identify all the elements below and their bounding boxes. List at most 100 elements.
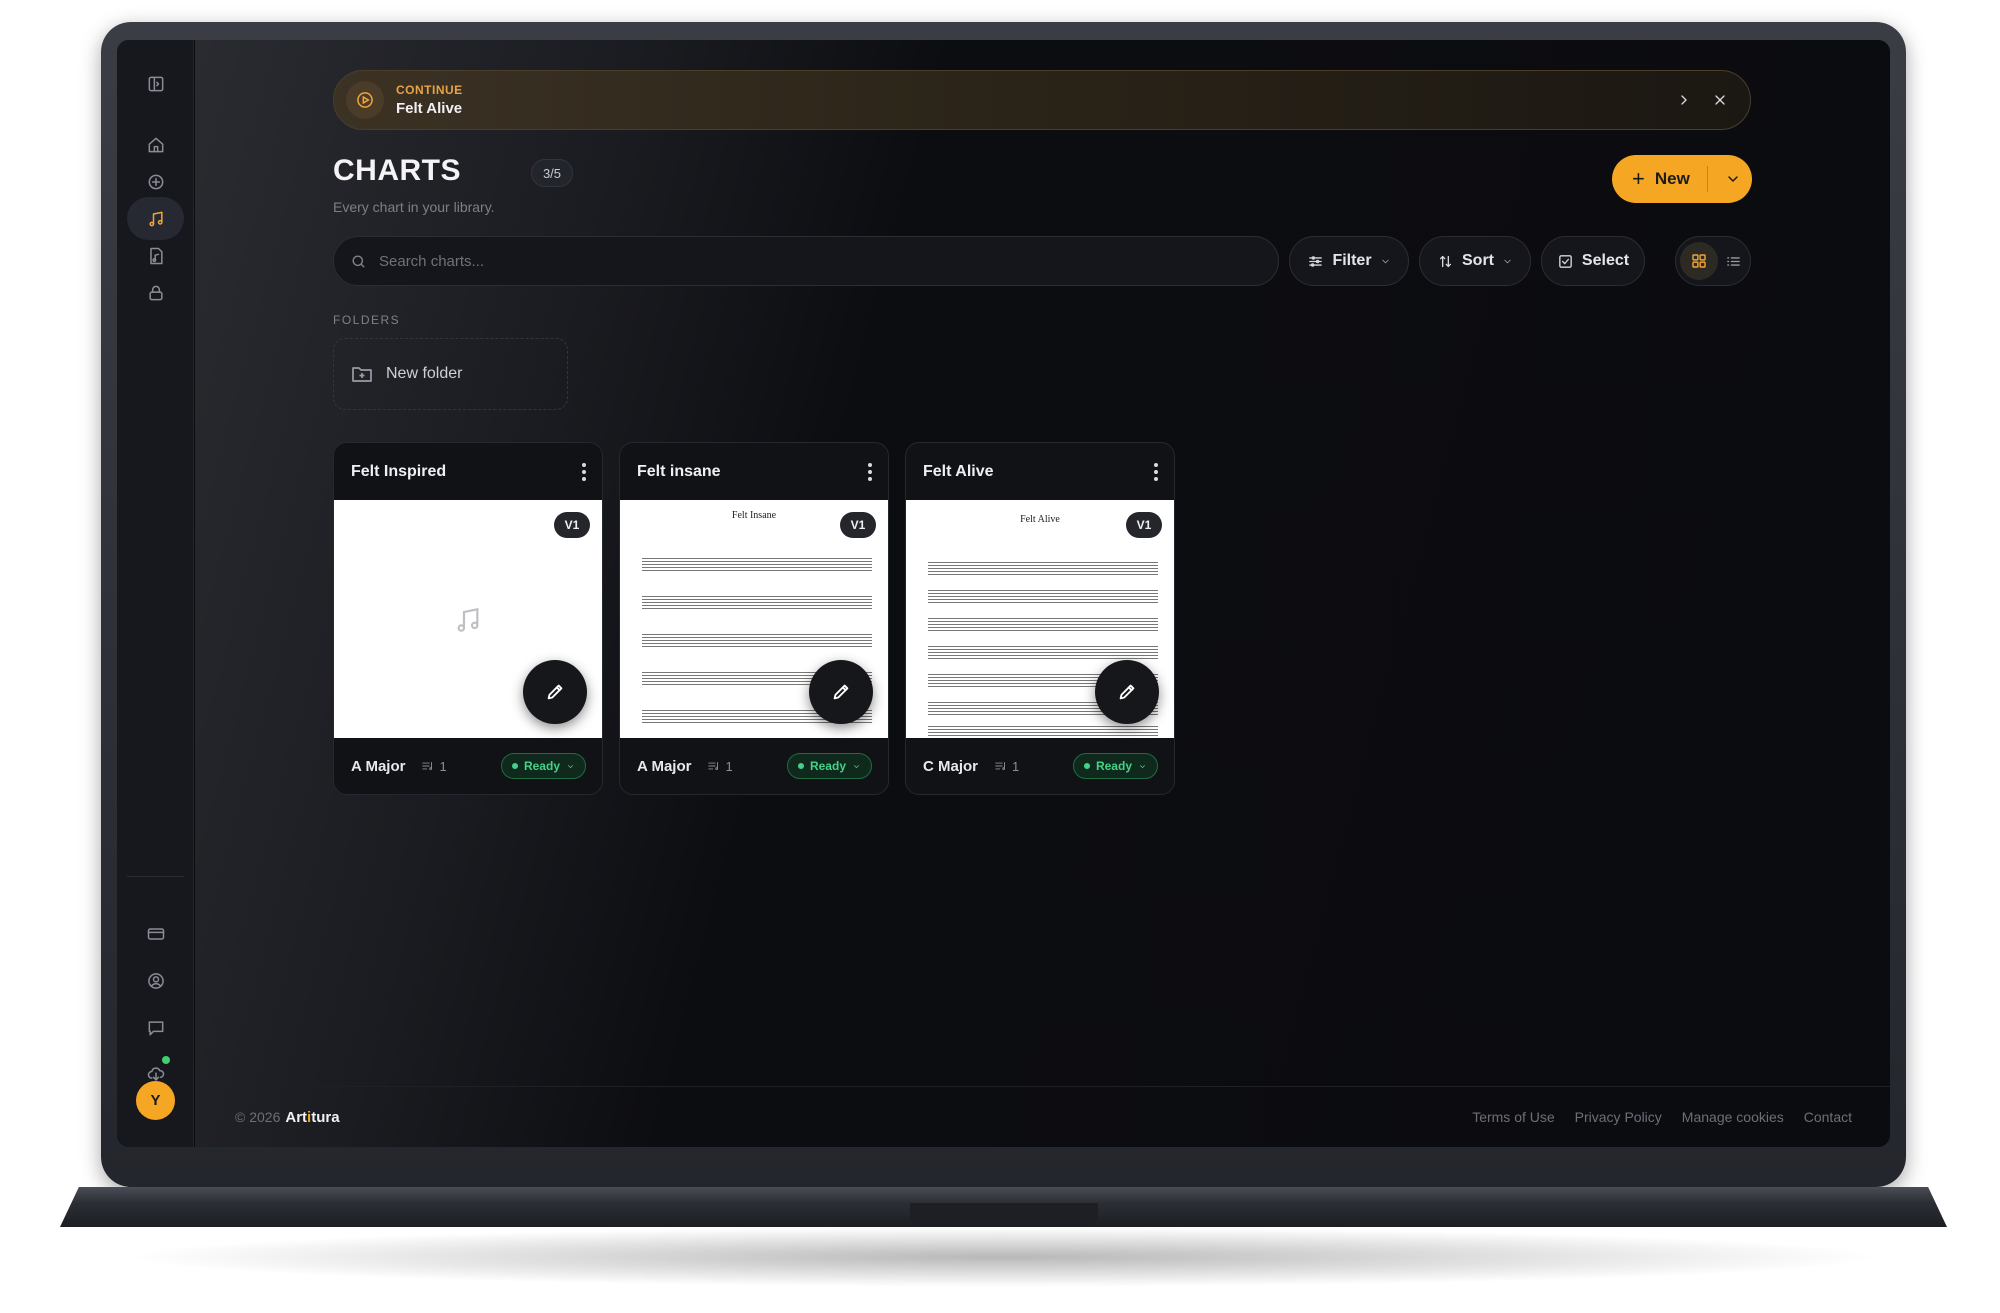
version-badge: V1 (1126, 512, 1162, 538)
filter-label: Filter (1332, 252, 1372, 269)
list-icon (1726, 256, 1740, 266)
view-toggle (1675, 236, 1751, 286)
pencil-icon (1119, 684, 1135, 700)
version-badge: V1 (840, 512, 876, 538)
sort-label: Sort (1462, 252, 1494, 269)
edit-chart-button[interactable] (1095, 660, 1159, 724)
chevron-down-icon (1504, 259, 1511, 263)
search-icon (352, 254, 365, 268)
parts-count: 1 (707, 759, 733, 774)
avatar[interactable]: Y (136, 1081, 175, 1120)
continue-banner[interactable]: CONTINUE Felt Alive (333, 70, 1751, 130)
select-label: Select (1581, 252, 1630, 269)
brand-logo[interactable]: Artitura (285, 1109, 339, 1126)
parts-count-value: 1 (439, 758, 447, 774)
chart-card[interactable]: Felt insane Felt Insane V1 A Major 1 Rea… (619, 442, 889, 795)
status-label: Ready (523, 759, 560, 773)
chevron-down-icon (1381, 259, 1389, 263)
staff-line (928, 562, 1158, 575)
more-options-icon[interactable] (868, 462, 872, 481)
chart-preview[interactable]: Felt Alive V1 (906, 500, 1174, 738)
staff-line (642, 558, 872, 571)
parts-icon (422, 762, 433, 770)
play-button[interactable] (346, 81, 384, 119)
new-button-label: New (1654, 169, 1690, 188)
page-title: CHARTS (333, 154, 461, 187)
user-circle-icon (147, 972, 164, 989)
laptop-shadow (120, 1227, 1887, 1287)
grid-view-button[interactable] (1680, 242, 1718, 280)
chevron-down-icon (567, 764, 574, 768)
checkbox-icon (1559, 254, 1572, 268)
folder-plus-icon (352, 367, 372, 382)
parts-count-value: 1 (1012, 758, 1020, 774)
staff-line (928, 590, 1158, 603)
sync-status-dot (162, 1056, 170, 1064)
sidebar-item-account[interactable] (127, 959, 184, 1002)
sort-button[interactable]: Sort (1419, 236, 1531, 286)
footer-link-privacy[interactable]: Privacy Policy (1575, 1109, 1662, 1125)
edit-chart-button[interactable] (523, 660, 587, 724)
new-dropdown-button[interactable] (1713, 155, 1752, 203)
filter-button[interactable]: Filter (1289, 236, 1409, 286)
edit-chart-button[interactable] (809, 660, 873, 724)
search-input[interactable] (379, 252, 1239, 270)
status-badge[interactable]: Ready (500, 753, 586, 779)
main-content: CONTINUE Felt Alive CHARTS 3/5 Every cha… (195, 40, 1890, 1147)
sidebar-toggle-button[interactable] (127, 62, 184, 105)
brand-name-end: tura (311, 1108, 340, 1126)
chart-key: A Major (637, 757, 692, 775)
footer-link-terms[interactable]: Terms of Use (1472, 1109, 1554, 1125)
list-view-button[interactable] (1718, 242, 1748, 280)
status-badge[interactable]: Ready (1072, 753, 1158, 779)
parts-count: 1 (421, 758, 447, 774)
music-file-icon (149, 247, 163, 264)
staff-line (928, 618, 1158, 631)
chart-preview[interactable]: V1 (334, 500, 602, 738)
new-folder-label: New folder (386, 365, 463, 382)
continue-title: Felt Alive (396, 100, 463, 117)
sort-arrows-icon (1439, 255, 1452, 267)
staff-line (642, 634, 872, 647)
play-circle-icon (357, 92, 373, 108)
chevron-down-icon (1139, 764, 1146, 768)
footer: © 2026 Artitura Terms of Use Privacy Pol… (195, 1086, 1890, 1147)
parts-icon (708, 762, 719, 770)
footer-link-cookies[interactable]: Manage cookies (1682, 1109, 1784, 1125)
plus-circle-icon (148, 174, 163, 189)
chart-card[interactable]: Felt Alive Felt Alive V1 C Major 1 Ready (905, 442, 1175, 795)
chart-title: Felt insane (637, 462, 721, 480)
sidebar-item-billing[interactable] (127, 912, 184, 955)
staff-line (642, 596, 872, 609)
chart-card[interactable]: Felt Inspired V1 A Major 1 Ready (333, 442, 603, 795)
sidebar-divider (127, 876, 184, 877)
chart-title: Felt Inspired (351, 462, 447, 480)
chart-count-badge: 3/5 (531, 159, 573, 187)
chevron-down-icon (853, 764, 860, 768)
version-badge: V1 (554, 512, 590, 538)
sidebar-item-feedback[interactable] (127, 1006, 184, 1049)
chart-key: A Major (351, 757, 406, 775)
more-options-icon[interactable] (582, 462, 586, 481)
chart-preview[interactable]: Felt Insane V1 (620, 500, 888, 738)
more-options-icon[interactable] (1154, 462, 1158, 481)
staff-line (928, 646, 1158, 659)
chart-title: Felt Alive (923, 462, 994, 480)
laptop-notch (910, 1203, 1098, 1225)
close-icon[interactable] (1712, 92, 1728, 108)
grid-icon (1692, 254, 1706, 268)
copyright: © 2026 (235, 1109, 281, 1125)
new-folder-button[interactable]: New folder (333, 338, 568, 410)
search-bar[interactable] (333, 236, 1279, 286)
sidebar-item-locked[interactable] (127, 271, 184, 314)
lock-icon (148, 285, 163, 300)
chevron-right-icon[interactable] (1676, 92, 1692, 108)
footer-link-contact[interactable]: Contact (1804, 1109, 1852, 1125)
status-label: Ready (1095, 759, 1132, 773)
music-note-icon (452, 604, 484, 641)
music-note-icon (148, 211, 163, 226)
chart-key: C Major (923, 757, 979, 775)
select-button[interactable]: Select (1541, 236, 1645, 286)
chevron-down-icon (1727, 176, 1738, 183)
status-badge[interactable]: Ready (786, 753, 872, 779)
